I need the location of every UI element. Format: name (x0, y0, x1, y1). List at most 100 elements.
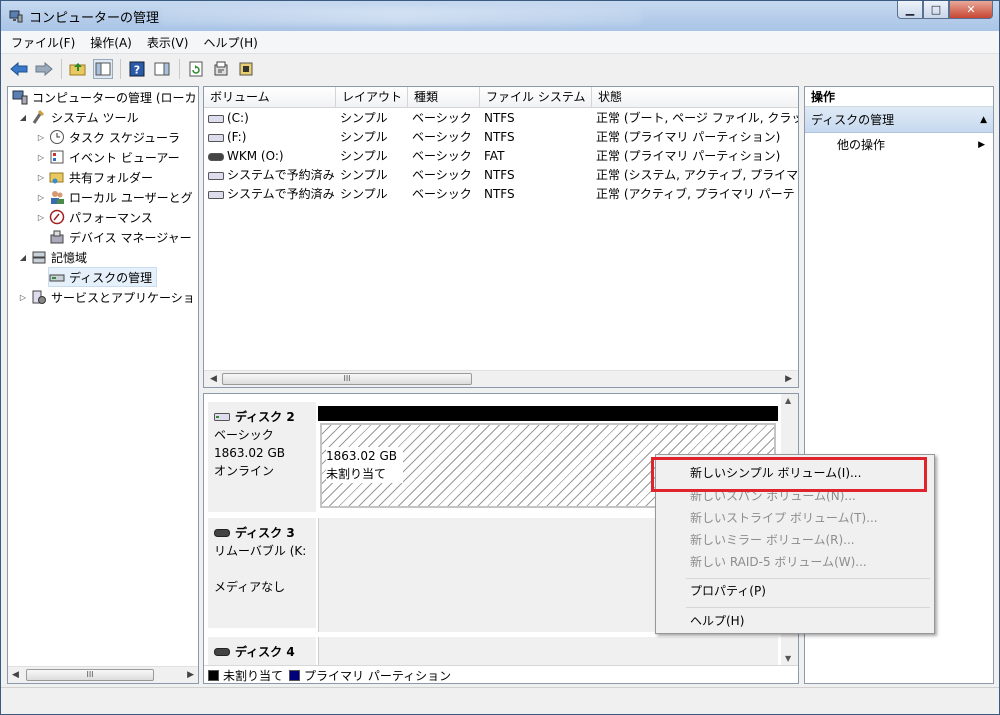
cell-filesystem: NTFS (480, 128, 592, 147)
collapse-up-icon[interactable]: ▲ (980, 107, 987, 133)
disk3-name: ディスク 3 (235, 526, 295, 540)
expand-arrow-icon[interactable]: ▷ (36, 173, 46, 182)
tree-item-disk-management[interactable]: ディスクの管理 (48, 267, 158, 287)
computer-management-window: コンピューターの管理 ▁ □ ✕ ファイル(F) 操作(A) 表示(V) ヘルプ… (0, 0, 1000, 715)
refresh-icon (189, 61, 203, 77)
expand-arrow-icon[interactable]: ▷ (36, 213, 46, 222)
expand-arrow-icon[interactable]: ▷ (36, 133, 46, 142)
cell-layout: シンプル (336, 185, 408, 204)
cell-status: 正常 (システム, アクティブ, プライマ (592, 166, 798, 185)
submenu-arrow-icon: ▶ (978, 140, 985, 150)
cell-text: 正常 (プライマリ パーティション) (596, 130, 781, 144)
minimize-button[interactable]: ▁ (897, 1, 923, 19)
menu-new-raid5-volume[interactable]: 新しい RAID-5 ボリューム(W)... (658, 552, 932, 573)
forward-button[interactable] (34, 59, 54, 79)
table-row[interactable]: WKM (O:) シンプル ベーシック FAT 正常 (プライマリ パーティション) (204, 147, 798, 166)
services-icon (31, 289, 47, 305)
tree-label: イベント ビューアー (69, 150, 180, 165)
disk4-label[interactable]: ディスク 4 (208, 637, 316, 665)
tree-label: システム ツール (51, 110, 139, 125)
toolbar: ? (1, 54, 999, 84)
scroll-thumb[interactable]: III (222, 373, 472, 385)
actions-disk-management[interactable]: ディスクの管理 ▲ (805, 107, 993, 133)
table-row[interactable]: (C:) シンプル ベーシック NTFS 正常 (ブート, ページ ファイル, クラッ (204, 109, 798, 128)
menu-new-mirror-volume[interactable]: 新しいミラー ボリューム(R)... (658, 530, 932, 551)
cell-text: シンプル (340, 111, 388, 125)
tree-horizontal-scrollbar[interactable]: ◀ III ▶ (8, 666, 198, 683)
scroll-left-icon[interactable]: ◀ (12, 670, 19, 680)
tree-item-shared-folders[interactable]: ▷ 共有フォルダー (36, 167, 153, 187)
disk-icon (214, 643, 230, 661)
menu-help[interactable]: ヘルプ(H) (658, 611, 932, 632)
partition-label: 未割り当て (326, 467, 387, 481)
menu-action[interactable]: 操作(A) (90, 34, 132, 51)
tree-item-storage[interactable]: ◢ 記憶域 (18, 247, 87, 267)
cell-type: ベーシック (408, 185, 480, 204)
table-row[interactable]: システムで予約済み シンプル ベーシック NTFS 正常 (アクティブ, プライマリ パ… (204, 185, 798, 204)
console-tree: コンピューターの管理 (ローカ ◢ システム ツール ▷ タスク スケジューラ … (7, 86, 199, 684)
show-hide-tree-button[interactable] (93, 59, 113, 79)
scroll-thumb[interactable]: III (26, 669, 154, 681)
cell-filesystem: FAT (480, 147, 592, 166)
tree-item-local-users[interactable]: ▷ ローカル ユーザーとグ (36, 187, 193, 207)
back-arrow-icon (10, 62, 28, 76)
tree-label: 共有フォルダー (69, 170, 154, 185)
scroll-left-icon[interactable]: ◀ (210, 374, 217, 384)
cell-volume: WKM (O:) (204, 147, 336, 166)
tree-item-performance[interactable]: ▷ パフォーマンス (36, 207, 153, 227)
refresh-button[interactable] (186, 59, 206, 79)
table-row[interactable]: システムで予約済み シンプル ベーシック NTFS 正常 (システム, アクティブ, プ… (204, 166, 798, 185)
menu-bar: ファイル(F) 操作(A) 表示(V) ヘルプ(H) (1, 31, 999, 54)
disk-settings-button[interactable] (236, 59, 256, 79)
disk2-label[interactable]: ディスク 2 ベーシック 1863.02 GB オンライン (208, 402, 316, 512)
volume-horizontal-scrollbar[interactable]: ◀ III ▶ (204, 370, 798, 387)
close-button[interactable]: ✕ (949, 1, 993, 19)
tools-icon (31, 109, 47, 125)
disk2-name: ディスク 2 (235, 410, 295, 424)
column-header-volume[interactable]: ボリューム (204, 87, 336, 108)
collapse-arrow-icon[interactable]: ◢ (18, 113, 28, 122)
disk3-label[interactable]: ディスク 3 リムーバブル (K: メディアなし (208, 518, 316, 628)
cell-volume: システムで予約済み (204, 166, 336, 185)
tree-item-system-tools[interactable]: ◢ システム ツール (18, 107, 138, 127)
status-bar (1, 687, 999, 714)
menu-view[interactable]: 表示(V) (147, 34, 189, 51)
collapse-arrow-icon[interactable]: ◢ (18, 253, 28, 262)
menu-help[interactable]: ヘルプ(H) (203, 34, 257, 51)
legend-unallocated-swatch (208, 670, 219, 681)
column-header-type[interactable]: 種類 (408, 87, 480, 108)
menu-new-striped-volume[interactable]: 新しいストライプ ボリューム(T)... (658, 508, 932, 529)
tree-item-task-scheduler[interactable]: ▷ タスク スケジューラ (36, 127, 180, 147)
scroll-down-icon[interactable]: ▼ (785, 654, 791, 663)
tree-item-device-manager[interactable]: デバイス マネージャー (49, 227, 192, 247)
column-header-filesystem[interactable]: ファイル システム (480, 87, 592, 108)
tree-item-computer-management[interactable]: コンピューターの管理 (ローカ (12, 87, 197, 107)
performance-icon (49, 209, 65, 225)
tree-item-services-applications[interactable]: ▷ サービスとアプリケーショ (18, 287, 195, 307)
cell-text: ベーシック (412, 187, 472, 201)
properties-button[interactable] (211, 59, 231, 79)
help-button[interactable]: ? (127, 59, 147, 79)
column-header-status[interactable]: 状態 (592, 87, 798, 108)
title-bar[interactable]: コンピューターの管理 ▁ □ ✕ (1, 1, 999, 31)
back-button[interactable] (9, 59, 29, 79)
maximize-button[interactable]: □ (923, 1, 949, 19)
scroll-right-icon[interactable]: ▶ (187, 670, 194, 680)
tree-label: サービスとアプリケーショ (51, 290, 195, 305)
cell-volume: (C:) (204, 109, 336, 128)
column-header-layout[interactable]: レイアウト (336, 87, 408, 108)
actions-more-actions[interactable]: 他の操作 ▶ (805, 133, 993, 157)
menu-file[interactable]: ファイル(F) (11, 34, 75, 51)
menu-properties[interactable]: プロパティ(P) (658, 581, 932, 602)
more-actions-label: 他の操作 (837, 138, 886, 152)
scroll-up-icon[interactable]: ▲ (785, 396, 791, 405)
expand-arrow-icon[interactable]: ▷ (36, 193, 46, 202)
tree-item-event-viewer[interactable]: ▷ イベント ビューアー (36, 147, 180, 167)
show-hide-action-pane-button[interactable] (152, 59, 172, 79)
shared-folder-icon (49, 169, 65, 185)
table-row[interactable]: (F:) シンプル ベーシック NTFS 正常 (プライマリ パーティション) (204, 128, 798, 147)
expand-arrow-icon[interactable]: ▷ (18, 293, 28, 302)
expand-arrow-icon[interactable]: ▷ (36, 153, 46, 162)
scroll-right-icon[interactable]: ▶ (785, 374, 792, 384)
up-folder-button[interactable] (68, 59, 88, 79)
